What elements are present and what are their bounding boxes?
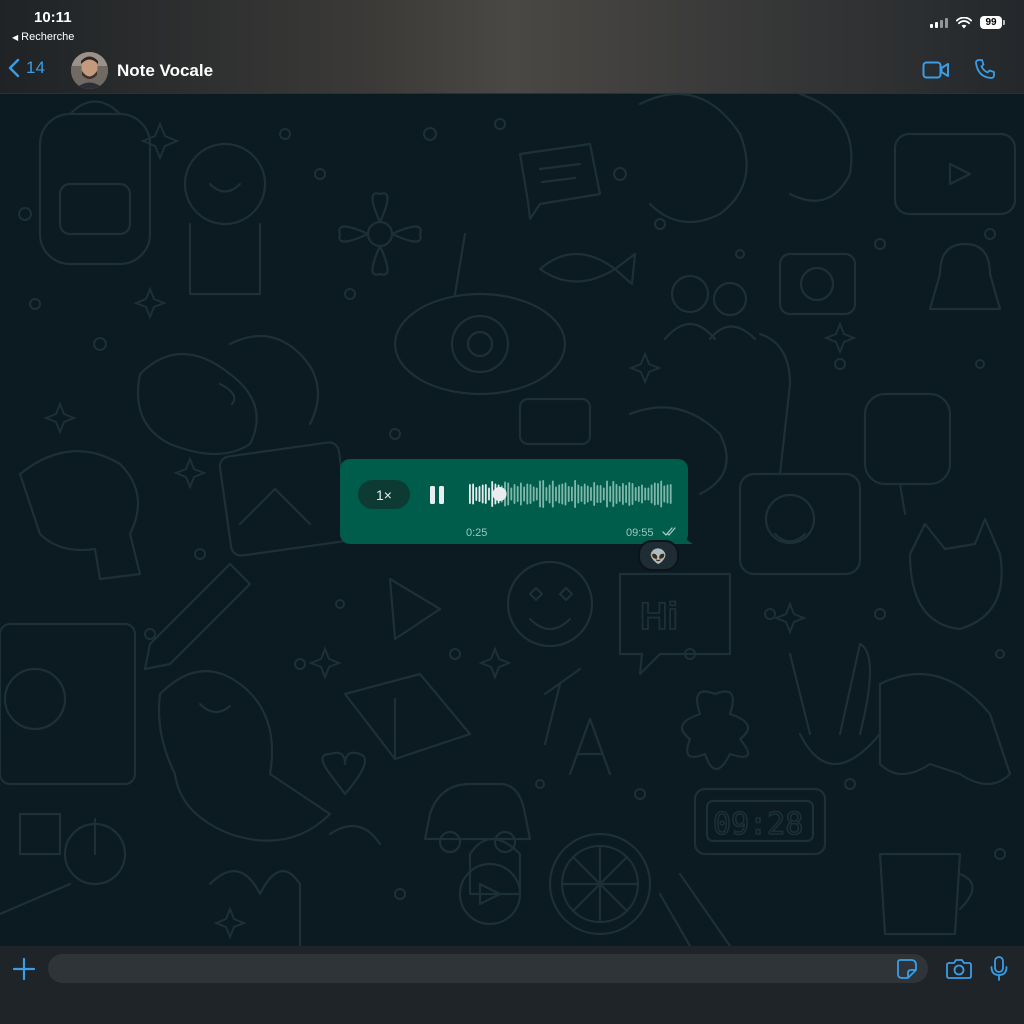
waveform-bar [618,486,621,502]
contact-name[interactable]: Note Vocale [117,61,213,81]
waveform-bar [558,484,561,504]
waveform-bar [669,484,672,504]
waveform-bar [469,484,471,504]
waveform-bar [567,486,570,502]
waveform-bar [666,484,669,504]
sticker-icon[interactable] [896,958,918,980]
battery-indicator: 99 [980,16,1005,29]
reaction-badge[interactable]: 👽 [638,540,679,571]
waveform-bar [507,482,510,506]
alien-emoji: 👽 [649,547,668,564]
camera-icon[interactable] [946,958,972,980]
status-time: 10:11 [34,9,72,26]
waveform-bar [545,487,548,501]
svg-text:09:28: 09:28 [713,807,803,842]
waveform-bar [622,483,624,505]
phone-icon[interactable] [974,58,996,80]
waveform-bar [650,484,653,504]
playback-speed-button[interactable]: 1× [358,480,410,509]
message-input[interactable] [48,954,928,983]
status-back-link[interactable]: ◀ Recherche [12,31,74,43]
status-indicators: 99 [930,16,1005,29]
waveform-bar [542,480,545,508]
waveform-bar [535,487,538,501]
back-button[interactable]: 14 [8,58,45,78]
waveform-bar [532,486,535,502]
waveform-bar [625,485,627,503]
waveform-bar [583,483,586,505]
waveform-bar [590,487,592,501]
waveform-bar [523,486,525,502]
waveform-bar [574,480,576,508]
waveform-bar [488,487,490,501]
waveform-bar [472,483,474,505]
waveform-bar [475,487,478,501]
message-time: 09:55 [626,527,654,539]
waveform-bar [548,484,551,504]
waveform-bar [478,486,481,502]
top-bar: 10:11 ◀ Recherche 99 14 Note Vocale [0,0,1024,94]
waveform-bar [663,485,666,503]
waveform-bar [564,482,567,506]
waveform-bar [637,486,640,502]
playhead-knob[interactable] [492,487,507,501]
video-call-icon[interactable] [922,60,950,80]
waveform-bar [510,487,513,501]
waveform-bar [586,485,589,503]
waveform-bar [657,483,659,505]
waveform-bar [596,485,599,503]
waveform-bar [577,484,580,504]
pause-icon[interactable] [426,484,448,506]
waveform-bar [612,481,615,507]
waveform-bar [551,480,554,508]
waveform-bar [647,487,650,501]
waveform-bar [615,484,618,504]
unread-count: 14 [26,58,45,77]
waveform-bar [644,487,647,501]
cellular-signal-icon [930,17,948,28]
waveform-bar [606,480,608,508]
waveform-bar [520,482,522,506]
waveform-bar [516,486,519,502]
waveform-bar [593,482,596,506]
waveform-bar [628,482,631,506]
waveform-bar [481,484,484,504]
waveform-bar [641,484,643,504]
waveform-bar [561,483,564,505]
svg-text:Hi: Hi [640,596,678,638]
waveform-bar [526,483,529,505]
waveform-bar [653,482,656,506]
waveform-bar [631,483,634,505]
waveform-bar [571,486,573,502]
waveform-bar [602,487,605,501]
waveform-bar [599,485,602,503]
waveform-bar [634,487,637,501]
chevron-left-icon [8,58,20,78]
microphone-icon[interactable] [990,956,1008,982]
voice-duration: 0:25 [466,527,488,539]
waveform-bar [609,486,612,502]
status-back-label: Recherche [21,31,75,43]
waveform-bar [555,486,557,502]
read-receipt-icon [662,527,676,536]
avatar-photo [71,52,108,89]
waveform-bar [484,484,487,504]
waveform-bar [529,484,532,504]
contact-avatar[interactable] [71,52,108,89]
waveform-bar [660,480,663,508]
waveform-bar [580,486,583,502]
waveform-bar [513,484,516,504]
voice-waveform[interactable] [469,477,673,511]
back-triangle-icon: ◀ [12,33,19,42]
waveform-bar [539,480,541,508]
plus-icon[interactable] [12,957,36,981]
wifi-icon [956,16,972,28]
